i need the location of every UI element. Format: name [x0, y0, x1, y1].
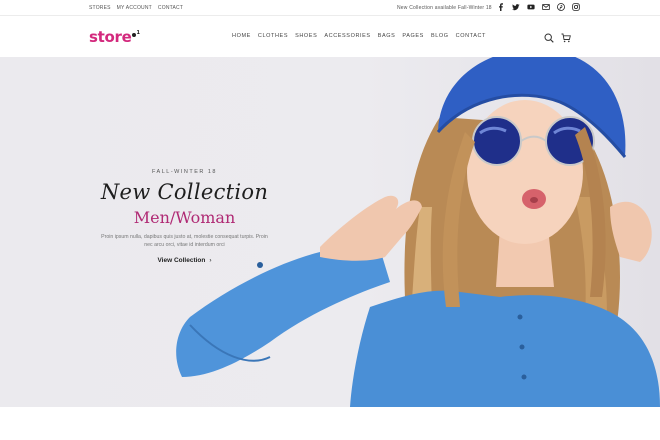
social-links — [497, 3, 580, 12]
nav-contact[interactable]: Contact — [456, 33, 486, 39]
view-collection-link[interactable]: View Collection › — [157, 257, 211, 264]
pinterest-icon[interactable] — [557, 3, 565, 11]
nav-home[interactable]: Home — [232, 33, 251, 39]
top-link-stores[interactable]: Stores — [89, 5, 111, 11]
logo-sup: 1 — [136, 30, 140, 36]
nav-accessories[interactable]: Accessories — [324, 33, 370, 39]
hero-headline: New Collection — [100, 180, 269, 204]
chevron-right-icon: › — [209, 257, 212, 264]
hero-season: Fall-Winter 18 — [151, 169, 217, 175]
nav-blog[interactable]: Blog — [431, 33, 449, 39]
cart-icon[interactable] — [561, 30, 571, 43]
youtube-icon[interactable] — [527, 3, 535, 11]
main-header: store 1 Home Clothes Shoes Accessories Ba… — [0, 17, 660, 57]
top-link-my-account[interactable]: My Account — [117, 5, 152, 11]
header-icons — [544, 30, 571, 43]
twitter-icon[interactable] — [512, 3, 520, 11]
top-links: Stores My Account Contact — [89, 5, 183, 11]
logo-text: store — [89, 28, 132, 46]
search-icon[interactable] — [544, 30, 554, 43]
hero-banner: Fall-Winter 18 New Collection Men/Woman … — [0, 57, 660, 407]
email-icon[interactable] — [542, 3, 550, 11]
hero-text-block: Fall-Winter 18 New Collection Men/Woman … — [97, 169, 272, 267]
instagram-icon[interactable] — [572, 3, 580, 11]
main-nav: Home Clothes Shoes Accessories Bags Page… — [232, 33, 486, 39]
hero-subheadline: Men/Woman — [133, 208, 236, 227]
promo-text: New Collection available Fall-Winter 18 — [397, 5, 492, 11]
page-bottom-area — [0, 407, 660, 440]
nav-clothes[interactable]: Clothes — [258, 33, 288, 39]
nav-shoes[interactable]: Shoes — [295, 33, 317, 39]
top-bar: Stores My Account Contact New Collection… — [0, 0, 660, 16]
nav-bags[interactable]: Bags — [378, 33, 396, 39]
top-link-contact[interactable]: Contact — [158, 5, 183, 11]
facebook-icon[interactable] — [497, 3, 505, 12]
store-logo[interactable]: store 1 — [89, 28, 140, 46]
hero-description: Proin ipsum nulla, dapibus quis justo at… — [101, 234, 268, 248]
view-collection-label: View Collection — [157, 257, 206, 264]
nav-pages[interactable]: Pages — [402, 33, 424, 39]
